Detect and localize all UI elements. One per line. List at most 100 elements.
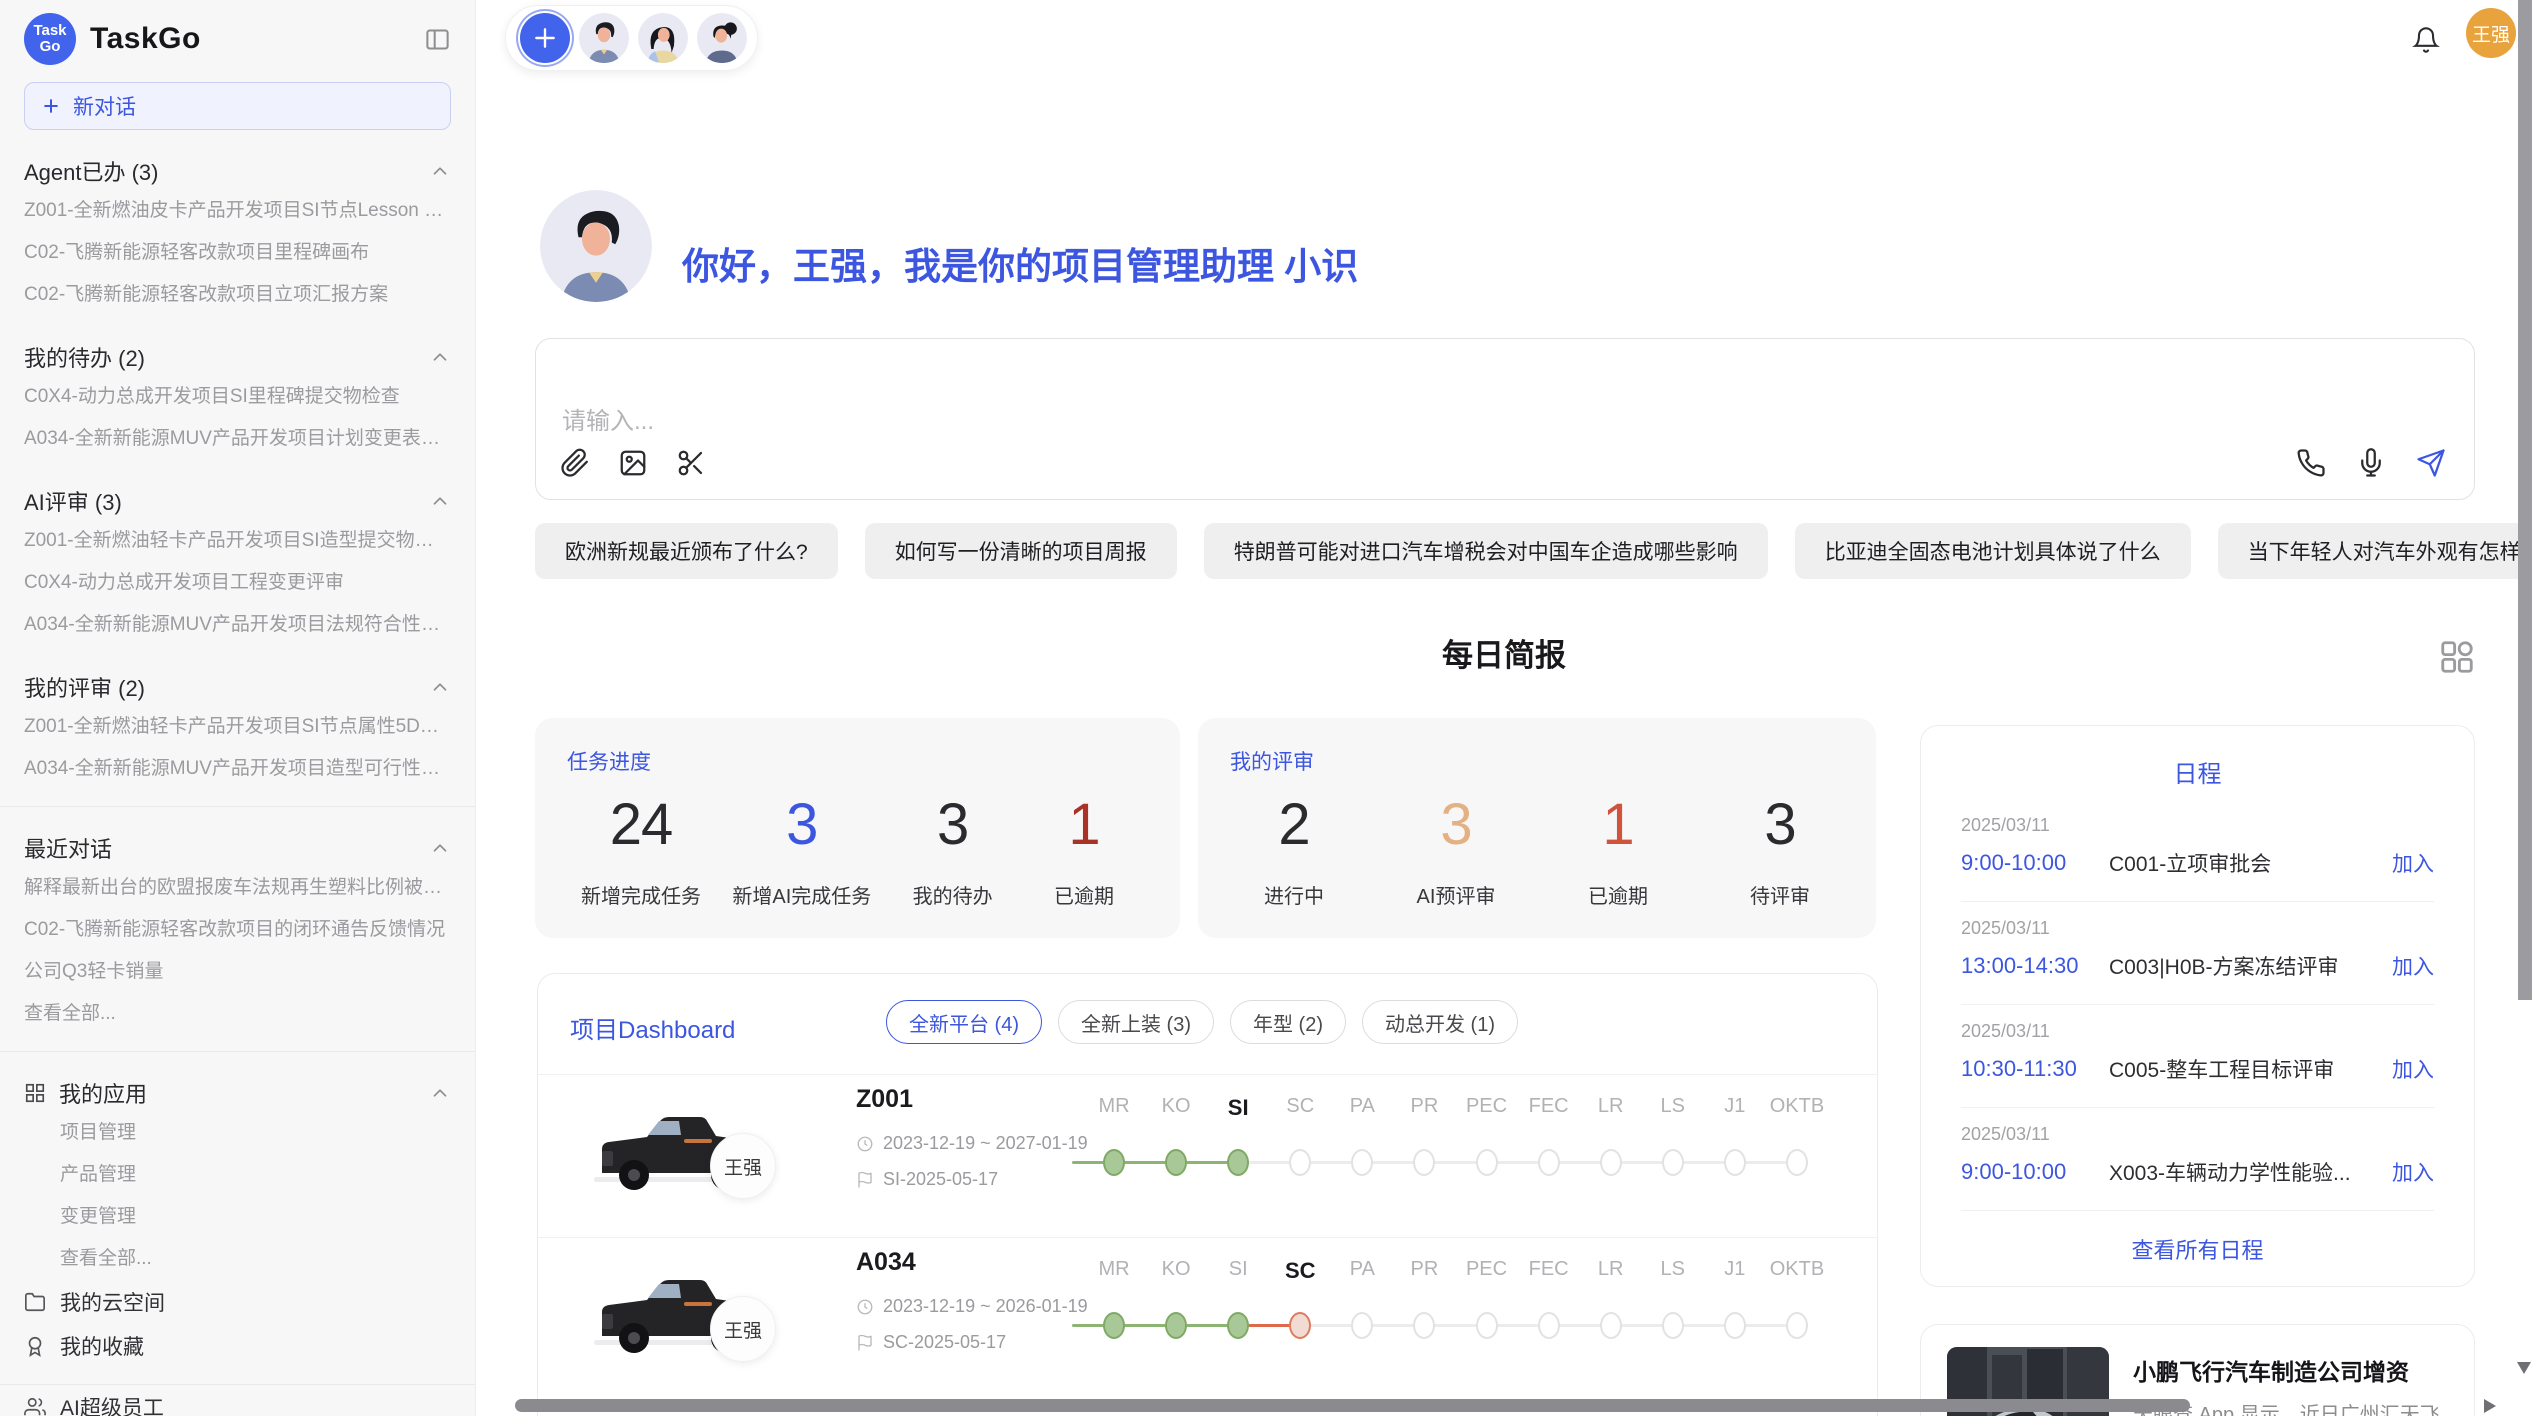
sidebar-header: Task Go TaskGo xyxy=(24,0,451,66)
sidebar-item[interactable]: 产品管理 xyxy=(24,1154,451,1196)
sidebar-item-cloud-space[interactable]: 我的云空间 xyxy=(24,1280,451,1324)
user-avatar[interactable]: 王强 xyxy=(2466,8,2516,58)
award-icon xyxy=(24,1335,46,1357)
milestone-label: SI xyxy=(1207,1258,1269,1281)
clock-icon xyxy=(856,1135,874,1153)
microphone-icon[interactable] xyxy=(2356,448,2386,483)
join-link[interactable]: 加入 xyxy=(2392,1054,2434,1084)
join-link[interactable]: 加入 xyxy=(2392,951,2434,981)
flag-text: SC-2025-05-17 xyxy=(883,1332,1006,1353)
avatar[interactable] xyxy=(638,13,688,63)
milestone-dot xyxy=(1476,1312,1498,1339)
sidebar-item-ai-super-staff[interactable]: AI超级员工 xyxy=(24,1385,451,1416)
sidebar-item[interactable]: 公司Q3轻卡销量 xyxy=(24,951,451,993)
layout-grid-icon[interactable] xyxy=(2438,638,2476,676)
milestone-dot xyxy=(1662,1312,1684,1339)
sidebar-item-favorites[interactable]: 我的收藏 xyxy=(24,1324,451,1368)
avatar[interactable] xyxy=(579,13,629,63)
milestone-label: KO xyxy=(1145,1095,1207,1118)
attach-file-icon[interactable] xyxy=(560,448,590,483)
dashboard-tab[interactable]: 全新平台 (4) xyxy=(886,1000,1042,1044)
suggestion-chip[interactable]: 如何写一份清晰的项目周报 xyxy=(865,523,1177,579)
milestone-label: MR xyxy=(1083,1095,1145,1118)
stat-label: 我的待办 xyxy=(913,880,993,909)
milestone-label: SI xyxy=(1207,1095,1269,1121)
sidebar-item[interactable]: C02-飞腾新能源轻客改款项目的闭环通告反馈情况 xyxy=(24,909,451,951)
chevron-up-icon[interactable] xyxy=(429,837,451,859)
daily-briefing-title: 每日简报 xyxy=(476,630,2532,675)
dashboard-tab[interactable]: 全新上装 (3) xyxy=(1058,1000,1214,1044)
event-time: 10:30-11:30 xyxy=(1961,1056,2109,1082)
dashboard-tab[interactable]: 动总开发 (1) xyxy=(1362,1000,1518,1044)
event-name: C003|H0B-方案冻结评审 xyxy=(2109,951,2378,981)
milestone-dot xyxy=(1413,1312,1435,1339)
suggestion-chip[interactable]: 当下年轻人对汽车外观有怎样的喜好趋势 xyxy=(2218,523,2532,579)
send-icon[interactable] xyxy=(2416,448,2446,483)
milestone-dot xyxy=(1165,1149,1187,1176)
chevron-up-icon[interactable] xyxy=(429,490,451,512)
section-label: 我的待办 (2) xyxy=(24,341,145,373)
milestone-dot xyxy=(1786,1312,1808,1339)
screenshot-scissors-icon[interactable] xyxy=(676,448,706,483)
horizontal-scrollbar[interactable] xyxy=(515,1399,2190,1412)
suggestion-chip[interactable]: 欧洲新规最近颁布了什么? xyxy=(535,523,838,579)
chat-input[interactable]: 请输入... xyxy=(535,338,2475,500)
sidebar-item[interactable]: C0X4-动力总成开发项目工程变更评审 xyxy=(24,562,451,604)
apps-grid-icon xyxy=(24,1082,46,1104)
vertical-scrollbar[interactable] xyxy=(2518,0,2532,1000)
scroll-right-arrow[interactable] xyxy=(2484,1399,2496,1413)
sidebar-section-header: 我的应用 xyxy=(24,1074,451,1112)
sidebar-item[interactable]: 查看全部... xyxy=(24,993,451,1035)
section-label-text: 最近对话 xyxy=(24,832,112,864)
project-row[interactable]: 王强A0342023-12-19 ~ 2026-01-19SC-2025-05-… xyxy=(538,1237,1877,1399)
chevron-up-icon[interactable] xyxy=(429,346,451,368)
divider xyxy=(0,1051,475,1052)
sidebar-item[interactable]: Z001-全新燃油皮卡产品开发项目SI节点Lesson Learn报告 xyxy=(24,190,451,232)
sidebar-item[interactable]: C0X4-动力总成开发项目SI里程碑提交物检查 xyxy=(24,376,451,418)
sidebar-item[interactable]: A034-全新新能源MUV产品开发项目法规符合性评审 xyxy=(24,604,451,646)
sidebar-section-header: 我的待办 (2) xyxy=(24,338,451,376)
sidebar-item[interactable]: 解释最新出台的欧盟报废车法规再生塑料比例被调至15%... xyxy=(24,867,451,909)
stat-label: 待评审 xyxy=(1750,880,1810,909)
scroll-down-arrow[interactable] xyxy=(2517,1362,2531,1374)
sidebar-item[interactable]: 变更管理 xyxy=(24,1196,451,1238)
date-range-text: 2023-12-19 ~ 2026-01-19 xyxy=(883,1296,1088,1317)
ai-super-staff-label: AI超级员工 xyxy=(60,1392,164,1416)
suggestion-chip[interactable]: 特朗普可能对进口汽车增税会对中国车企造成哪些影响 xyxy=(1204,523,1768,579)
milestone-label: PEC xyxy=(1456,1258,1518,1281)
join-link[interactable]: 加入 xyxy=(2392,848,2434,878)
voice-call-icon[interactable] xyxy=(2296,448,2326,483)
sidebar-item[interactable]: A034-全新新能源MUV产品开发项目造型可行性评审 xyxy=(24,748,451,790)
event-name: X003-车辆动力学性能验... xyxy=(2109,1157,2378,1187)
app-root: Task Go TaskGo 新对话 Agent已办 (3)Z001-全新燃油皮… xyxy=(0,0,2532,1416)
suggestion-chip[interactable]: 比亚迪全固态电池计划具体说了什么 xyxy=(1795,523,2191,579)
add-conversation-button[interactable] xyxy=(520,13,570,63)
sidebar-item[interactable]: 项目管理 xyxy=(24,1112,451,1154)
sidebar-item[interactable]: Z001-全新燃油轻卡产品开发项目SI造型提交物评审 xyxy=(24,520,451,562)
conversation-avatar-bar xyxy=(505,5,758,71)
cloud-space-label: 我的云空间 xyxy=(60,1287,165,1317)
milestone-label: PR xyxy=(1393,1258,1455,1281)
insert-image-icon[interactable] xyxy=(618,448,648,483)
sidebar-sections: Agent已办 (3)Z001-全新燃油皮卡产品开发项目SI节点Lesson L… xyxy=(24,152,451,790)
dashboard-title: 项目Dashboard xyxy=(570,1010,735,1045)
project-row[interactable]: 王强Z0012023-12-19 ~ 2027-01-19SI-2025-05-… xyxy=(538,1074,1877,1236)
chevron-up-icon[interactable] xyxy=(429,676,451,698)
chevron-up-icon[interactable] xyxy=(429,1082,451,1104)
milestone-dot xyxy=(1538,1149,1560,1176)
view-all-schedule-link[interactable]: 查看所有日程 xyxy=(1921,1233,2474,1265)
sidebar-item[interactable]: A034-全新新能源MUV产品开发项目计划变更表编写 xyxy=(24,418,451,460)
dashboard-tab[interactable]: 年型 (2) xyxy=(1230,1000,1346,1044)
sidebar-item[interactable]: C02-飞腾新能源轻客改款项目里程碑画布 xyxy=(24,232,451,274)
new-chat-button[interactable]: 新对话 xyxy=(24,82,451,130)
stat-value: 24 xyxy=(610,796,673,854)
notifications-bell-icon[interactable] xyxy=(2412,26,2440,54)
schedule-event: 2025/03/1110:30-11:30C005-整车工程目标评审加入 xyxy=(1961,1005,2434,1108)
sidebar-item[interactable]: Z001-全新燃油轻卡产品开发项目SI节点属性5D文件评审 xyxy=(24,706,451,748)
sidebar-item[interactable]: C02-飞腾新能源轻客改款项目立项汇报方案 xyxy=(24,274,451,316)
collapse-sidebar-icon[interactable] xyxy=(424,26,451,53)
sidebar-item[interactable]: 查看全部... xyxy=(24,1238,451,1280)
join-link[interactable]: 加入 xyxy=(2392,1157,2434,1187)
avatar[interactable] xyxy=(697,13,747,63)
chevron-up-icon[interactable] xyxy=(429,160,451,182)
